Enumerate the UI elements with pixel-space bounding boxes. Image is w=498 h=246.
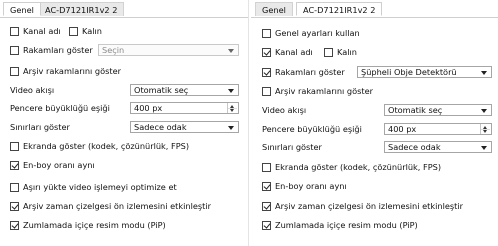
sinirlari-goster-value: Sadece odak — [388, 142, 441, 152]
arsiv-zaman-label: Arşiv zaman çizelgesi ön izlemesini etki… — [275, 201, 464, 211]
pencere-esigi-spinbox[interactable]: 400 px — [130, 102, 239, 114]
chevron-down-icon — [481, 108, 487, 113]
chevron-down-icon — [228, 48, 234, 53]
ekranda-goster-checkbox[interactable] — [262, 162, 271, 172]
arsiv-zaman-checkbox[interactable] — [10, 201, 19, 211]
kalin-checkbox[interactable] — [69, 26, 78, 36]
video-akisi-value: Otomatik seç — [388, 105, 443, 115]
video-akisi-select[interactable]: Otomatik seç — [384, 104, 492, 116]
arsiv-zaman-checkbox-row[interactable]: Arşiv zaman çizelgesi ön izlemesini etki… — [262, 201, 463, 211]
kalin-label: Kalın — [82, 26, 102, 36]
video-akisi-label: Video akışı — [10, 85, 55, 95]
sinirlari-goster-label: Sınırları göster — [262, 142, 322, 152]
kalin-label: Kalın — [337, 47, 357, 57]
rakamlari-goster-checkbox-row[interactable]: Rakamları göster — [10, 45, 93, 55]
asiri-yukte-label: Aşırı yükte video işlemeyi optimize et — [23, 182, 177, 192]
genel-ayarlari-checkbox[interactable] — [262, 28, 271, 38]
detector-select-value: Seçin — [102, 45, 125, 55]
video-akisi-label: Video akışı — [262, 105, 307, 115]
zumlamada-label: Zumlamada içiçe resim modu (PiP) — [275, 220, 418, 230]
genel-ayarlari-label: Genel ayarları kullan — [275, 28, 360, 38]
kalin-checkbox-row[interactable]: Kalın — [69, 26, 102, 36]
spinner-arrows-icon[interactable] — [227, 103, 237, 113]
en-boy-label: En-boy oranı aynı — [275, 181, 347, 191]
ekranda-goster-checkbox-row[interactable]: Ekranda göster (kodek, çözünürlük, FPS) — [262, 162, 441, 172]
kanal-adi-checkbox-row[interactable]: Kanal adı — [10, 26, 61, 36]
spinner-arrows-icon[interactable] — [480, 124, 490, 134]
detector-select-value: Şüpheli Obje Detektörü — [361, 67, 457, 77]
kanal-adi-label: Kanal adı — [23, 26, 61, 36]
asiri-yukte-checkbox[interactable] — [10, 182, 19, 192]
tab-genel[interactable]: Genel — [255, 2, 293, 16]
detector-select[interactable]: Seçin — [98, 44, 239, 56]
arsiv-rakamlari-checkbox[interactable] — [10, 66, 19, 76]
zumlamada-checkbox-row[interactable]: Zumlamada içiçe resim modu (PiP) — [262, 220, 418, 230]
tab-genel[interactable]: Genel — [3, 2, 41, 16]
arsiv-zaman-checkbox[interactable] — [262, 201, 271, 211]
en-boy-checkbox-row[interactable]: En-boy oranı aynı — [10, 160, 95, 170]
zumlamada-checkbox-row[interactable]: Zumlamada içiçe resim modu (PiP) — [10, 220, 166, 230]
pencere-esigi-value: 400 px — [388, 124, 417, 134]
rakamlari-goster-label: Rakamları göster — [275, 67, 345, 77]
en-boy-checkbox[interactable] — [10, 160, 19, 170]
sinirlari-goster-value: Sadece odak — [134, 122, 187, 132]
ekranda-goster-label: Ekranda göster (kodek, çözünürlük, FPS) — [23, 141, 190, 151]
asiri-yukte-checkbox-row[interactable]: Aşırı yükte video işlemeyi optimize et — [10, 182, 177, 192]
sinirlari-goster-label: Sınırları göster — [10, 122, 70, 132]
kanal-adi-checkbox[interactable] — [262, 47, 271, 57]
chevron-down-icon — [228, 125, 234, 130]
genel-ayarlari-checkbox-row[interactable]: Genel ayarları kullan — [262, 28, 360, 38]
kanal-adi-checkbox-row[interactable]: Kanal adı — [262, 47, 313, 57]
pencere-esigi-label: Pencere büyüklüğü eşiği — [262, 124, 362, 134]
detector-select[interactable]: Şüpheli Obje Detektörü — [357, 66, 492, 78]
arsiv-zaman-checkbox-row[interactable]: Arşiv zaman çizelgesi ön izlemesini etki… — [10, 201, 211, 211]
arsiv-rakamlari-label: Arşiv rakamlarını göster — [275, 86, 374, 96]
en-boy-label: En-boy oranı aynı — [23, 160, 95, 170]
tab-camera[interactable]: AC-D7121IR1v2 2 — [296, 2, 383, 16]
rakamlari-goster-label: Rakamları göster — [23, 45, 93, 55]
sinirlari-goster-select[interactable]: Sadece odak — [130, 121, 239, 133]
tab-bar: Genel AC-D7121IR1v2 2 — [0, 0, 248, 18]
arsiv-zaman-label: Arşiv zaman çizelgesi ön izlemesini etki… — [23, 201, 212, 211]
pencere-esigi-value: 400 px — [134, 103, 163, 113]
pencere-esigi-label: Pencere büyüklüğü eşiği — [10, 103, 110, 113]
ekranda-goster-checkbox-row[interactable]: Ekranda göster (kodek, çözünürlük, FPS) — [10, 141, 189, 151]
tab-bar: Genel AC-D7121IR1v2 2 — [251, 0, 498, 18]
chevron-down-icon — [481, 145, 487, 150]
arsiv-rakamlari-checkbox-row[interactable]: Arşiv rakamlarını göster — [10, 66, 121, 76]
zumlamada-checkbox[interactable] — [10, 220, 19, 230]
kalin-checkbox[interactable] — [324, 47, 333, 57]
video-akisi-value: Otomatik seç — [134, 85, 189, 95]
right-settings-panel: Genel AC-D7121IR1v2 2 Genel ayarları kul… — [251, 0, 498, 246]
chevron-down-icon — [481, 70, 487, 75]
arsiv-rakamlari-checkbox-row[interactable]: Arşiv rakamlarını göster — [262, 86, 373, 96]
chevron-down-icon — [228, 88, 234, 93]
en-boy-checkbox-row[interactable]: En-boy oranı aynı — [262, 181, 347, 191]
kalin-checkbox-row[interactable]: Kalın — [324, 47, 357, 57]
pencere-esigi-spinbox[interactable]: 400 px — [384, 123, 492, 135]
arsiv-rakamlari-checkbox[interactable] — [262, 86, 271, 96]
en-boy-checkbox[interactable] — [262, 181, 271, 191]
kanal-adi-label: Kanal adı — [275, 47, 313, 57]
rakamlari-goster-checkbox-row[interactable]: Rakamları göster — [262, 67, 345, 77]
sinirlari-goster-select[interactable]: Sadece odak — [384, 141, 492, 153]
zumlamada-label: Zumlamada içiçe resim modu (PiP) — [23, 220, 166, 230]
arsiv-rakamlari-label: Arşiv rakamlarını göster — [23, 66, 122, 76]
rakamlari-goster-checkbox[interactable] — [262, 67, 271, 77]
left-settings-panel: Genel AC-D7121IR1v2 2 Kanal adı Kalın Ra… — [0, 0, 249, 246]
rakamlari-goster-checkbox[interactable] — [10, 45, 19, 55]
ekranda-goster-checkbox[interactable] — [10, 141, 19, 151]
ekranda-goster-label: Ekranda göster (kodek, çözünürlük, FPS) — [275, 162, 442, 172]
video-akisi-select[interactable]: Otomatik seç — [130, 84, 239, 96]
zumlamada-checkbox[interactable] — [262, 220, 271, 230]
kanal-adi-checkbox[interactable] — [10, 26, 19, 36]
tab-camera[interactable]: AC-D7121IR1v2 2 — [38, 2, 125, 16]
